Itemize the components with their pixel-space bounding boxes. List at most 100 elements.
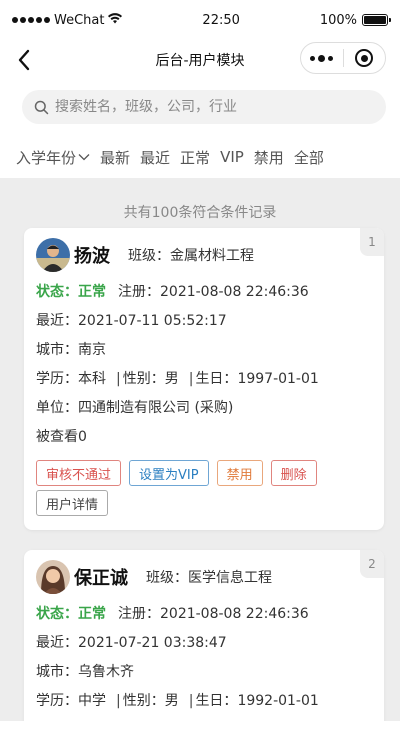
birthday-value: 1992-01-01 [237, 693, 319, 709]
result-count: 共有100条符合条件记录 [123, 205, 277, 221]
city-value: 乌鲁木齐 [78, 664, 134, 680]
carrier-label: WeChat [54, 12, 105, 28]
close-capsule-button[interactable] [344, 49, 386, 67]
registered-value: 2021-08-08 22:46:36 [160, 284, 309, 300]
recent-label: 最近： [36, 313, 78, 329]
class-value: 医学信息工程 [188, 570, 272, 586]
back-button[interactable] [12, 47, 36, 73]
avatar [36, 238, 70, 272]
card-head: 扬波 班级：金属材料工程 [36, 238, 372, 272]
birthday-label: 生日： [195, 371, 238, 387]
avatar [36, 560, 70, 594]
city-row: 城市：南京 [36, 336, 372, 365]
class-label: 班级： [146, 570, 188, 586]
page: WeChat 22:50 100% 后台-用户模块 搜索姓名，班级，公司，行业 … [0, 0, 400, 741]
filter-normal[interactable]: 正常 [180, 147, 210, 168]
city-label: 城市： [36, 664, 78, 680]
filter-recent[interactable]: 最近 [140, 147, 170, 168]
filter-enroll-year[interactable]: 入学年份 [16, 147, 90, 168]
card-head: 保正诚 班级：医学信息工程 [36, 560, 372, 594]
status-left: WeChat [12, 12, 123, 28]
user-name: 保正诚 [74, 568, 128, 589]
class-label: 班级： [128, 248, 170, 264]
delete-button[interactable]: 删除 [270, 460, 317, 486]
header: WeChat 22:50 100% 后台-用户模块 搜索姓名，班级，公司，行业 … [0, 0, 400, 178]
class-info: 班级：医学信息工程 [146, 567, 272, 587]
company-value: 四通制造有限公司 (采购) [78, 400, 234, 416]
user-name: 扬波 [74, 246, 110, 267]
filter-all[interactable]: 全部 [294, 147, 324, 168]
class-info: 班级：金属材料工程 [128, 245, 254, 265]
profile-row: 学历：本科 | 性别：男 | 生日：1997-01-01 [36, 365, 372, 394]
filter-disabled[interactable]: 禁用 [254, 147, 284, 168]
recent-value: 2021-07-11 05:52:17 [78, 313, 227, 329]
registered-label: 注册： [118, 606, 160, 622]
education-value: 本科 [78, 371, 106, 387]
city-value: 南京 [78, 342, 106, 358]
page-title: 后台-用户模块 [155, 53, 245, 69]
reject-review-button[interactable]: 审核不通过 [36, 460, 122, 486]
education-value: 中学 [78, 693, 106, 709]
profile-row: 学历：中学 | 性别：男 | 生日：1992-01-01 [36, 687, 372, 716]
company-label: 单位： [36, 400, 78, 416]
user-detail-button[interactable]: 用户详情 [36, 490, 109, 516]
battery-icon [362, 14, 391, 26]
filter-bar: 入学年份 最新 最近 正常 VIP 禁用 全部 [0, 136, 400, 178]
city-row: 城市：乌鲁木齐 [36, 658, 372, 687]
education-label: 学历： [36, 371, 78, 387]
wifi-icon [108, 13, 123, 27]
filter-vip[interactable]: VIP [220, 148, 244, 166]
disable-button[interactable]: 禁用 [216, 460, 263, 486]
gender-value: 男 [164, 371, 179, 387]
status-row: 状态：正常 注册：2021-08-08 22:46:36 [36, 278, 372, 307]
action-buttons-row2: 用户详情 [36, 490, 372, 516]
gender-label: 性别： [122, 371, 165, 387]
back-arrow-icon [18, 49, 30, 71]
education-label: 学历： [36, 693, 78, 709]
target-icon [355, 49, 374, 67]
gender-value: 男 [164, 693, 179, 709]
view-count: 被查看0 [36, 429, 87, 445]
chevron-down-icon [78, 153, 90, 161]
recent-row: 最近：2021-07-21 03:38:47 [36, 629, 372, 658]
clock: 22:50 [202, 12, 240, 28]
bottom-safe-area [0, 721, 400, 741]
signal-icon [12, 17, 50, 23]
recent-row: 最近：2021-07-11 05:52:17 [36, 307, 372, 336]
user-card: 2 保正诚 班级：医学信息工程 状态：正常 注册：2021-08-08 22:46… [24, 550, 384, 730]
class-value: 金属材料工程 [170, 248, 254, 264]
filter-label: 入学年份 [16, 148, 77, 167]
search-input[interactable] [55, 99, 374, 115]
set-vip-button[interactable]: 设置为VIP [129, 460, 209, 486]
birthday-label: 生日： [195, 693, 238, 709]
filter-newest[interactable]: 最新 [100, 147, 130, 168]
more-dots-icon[interactable] [301, 54, 343, 62]
status-badge: 正常 [78, 606, 106, 622]
registered-label: 注册： [118, 284, 160, 300]
status-row: 状态：正常 注册：2021-08-08 22:46:36 [36, 600, 372, 629]
gender-label: 性别： [122, 693, 165, 709]
separator: | [116, 693, 121, 709]
recent-label: 最近： [36, 635, 78, 651]
search-box[interactable] [22, 90, 386, 124]
company-row: 单位：四通制造有限公司 (采购) [36, 394, 372, 423]
nav-bar: 后台-用户模块 [0, 40, 400, 80]
action-buttons: 审核不通过 设置为VIP 禁用 删除 [36, 460, 372, 486]
battery-percent: 100% [319, 12, 357, 28]
user-card: 1 扬波 班级：金属材料工程 状态：正常 注册：2021-08-08 22:46:… [24, 228, 384, 530]
status-label: 状态： [36, 606, 78, 622]
birthday-value: 1997-01-01 [237, 371, 319, 387]
status-bar: WeChat 22:50 100% [0, 0, 400, 40]
registered-value: 2021-08-08 22:46:36 [160, 606, 309, 622]
status-label: 状态： [36, 284, 78, 300]
city-label: 城市： [36, 342, 78, 358]
search-area [0, 80, 400, 136]
recent-value: 2021-07-21 03:38:47 [78, 635, 227, 651]
search-icon [34, 100, 49, 115]
separator: | [116, 371, 121, 387]
status-badge: 正常 [78, 284, 106, 300]
mini-program-capsule [300, 42, 386, 74]
separator: | [188, 371, 194, 387]
card-index: 2 [360, 550, 384, 578]
card-index: 1 [360, 228, 384, 256]
